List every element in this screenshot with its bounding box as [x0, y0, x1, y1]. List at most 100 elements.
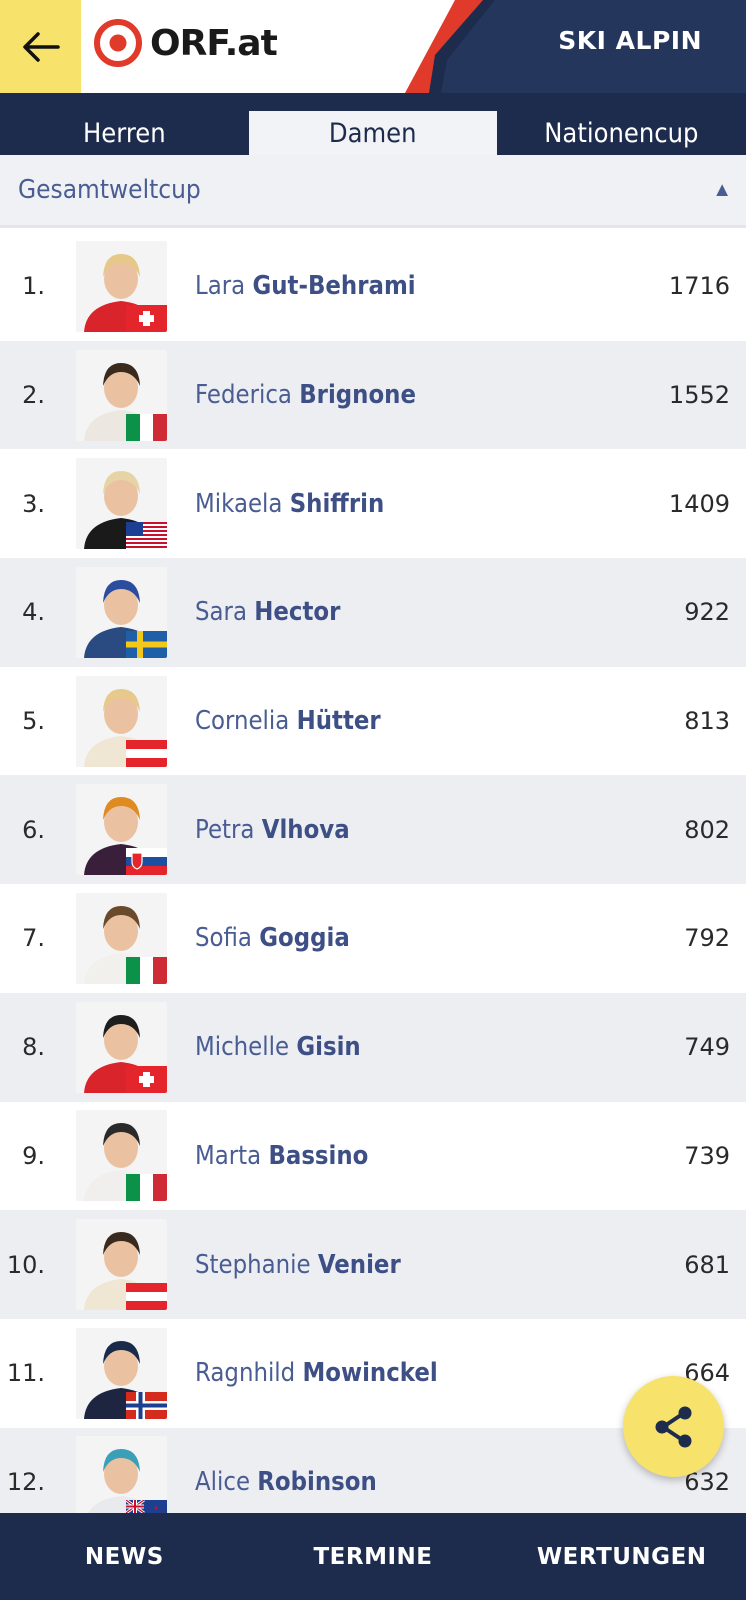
athlete-photo: [76, 240, 167, 332]
athlete-last-name: Hütter: [296, 706, 381, 737]
athlete-last-name: Gisin: [296, 1032, 361, 1063]
athlete-first-name: Sara: [195, 597, 247, 628]
athlete-first-name: Cornelia: [195, 706, 290, 737]
table-row[interactable]: 4. Sara Hector 922: [0, 558, 746, 667]
tab-nationencup[interactable]: Nationencup: [510, 111, 734, 155]
athlete-photo: [76, 349, 167, 441]
athlete-first-name: Ragnhild: [195, 1358, 296, 1389]
rank-number: 1.: [22, 272, 45, 301]
caret-up-icon: ▲: [712, 178, 732, 201]
nav-news[interactable]: NEWS: [0, 1544, 249, 1570]
section-title: SKI ALPIN: [558, 26, 702, 55]
athlete-points: 1716: [668, 272, 730, 301]
table-row[interactable]: 2. Federica Brignone 1552: [0, 340, 746, 450]
orf-logo[interactable]: ORF.at: [94, 18, 278, 68]
table-row[interactable]: 1. Lara Gut-Behrami 1716: [0, 232, 746, 341]
nav-termine[interactable]: TERMINE: [249, 1544, 498, 1570]
athlete-points: 802: [684, 815, 730, 844]
athlete-photo: [76, 784, 167, 876]
athlete-points: 922: [684, 598, 730, 627]
athlete-photo: [76, 675, 167, 767]
athlete-photo: [76, 566, 167, 658]
country-flag-icon: [126, 304, 167, 332]
orf-eye-icon: [94, 19, 142, 67]
athlete-name: Alice Robinson: [195, 1467, 377, 1497]
country-flag-icon: [126, 956, 167, 984]
rank-number: 10.: [6, 1250, 45, 1279]
athlete-first-name: Petra: [195, 814, 255, 845]
athlete-photo: [76, 1327, 167, 1419]
rank-number: 7.: [22, 924, 45, 953]
rank-number: 3.: [22, 489, 45, 518]
country-flag-icon: [126, 630, 167, 658]
country-flag-icon: [126, 1174, 167, 1202]
athlete-name: Ragnhild Mowinckel: [195, 1358, 438, 1388]
athlete-first-name: Stephanie: [195, 1249, 311, 1280]
athlete-last-name: Brignone: [299, 380, 416, 411]
rank-number: 9.: [22, 1141, 45, 1170]
athlete-name: Cornelia Hütter: [195, 706, 381, 736]
athlete-last-name: Bassino: [268, 1140, 369, 1171]
table-row[interactable]: 10. Stephanie Venier 681: [0, 1210, 746, 1319]
ranking-type-label: Gesamtweltcup: [18, 175, 201, 205]
athlete-last-name: Gut-Behrami: [252, 271, 416, 302]
athlete-name: Petra Vlhova: [195, 815, 350, 845]
athlete-last-name: Venier: [317, 1249, 401, 1280]
country-flag-icon: [126, 739, 167, 767]
athlete-name: Mikaela Shiffrin: [195, 489, 384, 519]
country-flag-icon: [126, 848, 167, 876]
athlete-points: 1552: [668, 381, 730, 410]
tab-damen-label: Damen: [329, 117, 417, 149]
arrow-left-icon: [22, 31, 60, 62]
athlete-last-name: Robinson: [257, 1466, 377, 1497]
app-header: ORF.at SKI ALPIN: [0, 0, 746, 93]
athlete-last-name: Vlhova: [261, 814, 350, 845]
standings-list: 1. Lara Gut-Behrami 1716 2. Federica Brignon…: [0, 232, 746, 1537]
table-row[interactable]: 5. Cornelia Hütter 813: [0, 666, 746, 776]
country-flag-icon: [126, 413, 167, 441]
athlete-last-name: Goggia: [259, 923, 350, 954]
tab-herren[interactable]: Herren: [12, 111, 236, 155]
table-row[interactable]: 9. Marta Bassino 739: [0, 1101, 746, 1211]
rank-number: 4.: [22, 598, 45, 627]
athlete-first-name: Lara: [195, 271, 246, 302]
athlete-points: 792: [684, 924, 730, 953]
athlete-last-name: Shiffrin: [289, 488, 385, 519]
share-icon: [655, 1406, 691, 1447]
country-flag-icon: [126, 522, 167, 550]
athlete-last-name: Hector: [254, 597, 341, 628]
athlete-name: Michelle Gisin: [195, 1032, 361, 1062]
athlete-name: Sofia Goggia: [195, 923, 350, 953]
athlete-name: Lara Gut-Behrami: [195, 271, 416, 301]
athlete-first-name: Marta: [195, 1140, 262, 1171]
ranking-type-dropdown[interactable]: Gesamtweltcup ▲: [0, 155, 746, 228]
rank-number: 6.: [22, 815, 45, 844]
athlete-points: 1409: [668, 489, 730, 518]
athlete-photo: [76, 1219, 167, 1311]
athlete-first-name: Alice: [195, 1466, 251, 1497]
share-button[interactable]: [623, 1376, 724, 1477]
nav-wertungen[interactable]: WERTUNGEN: [497, 1544, 746, 1570]
bottom-navigation: NEWS TERMINE WERTUNGEN: [0, 1513, 746, 1600]
athlete-points: 749: [684, 1033, 730, 1062]
athlete-photo: [76, 1001, 167, 1093]
logo-text: ORF.at: [150, 22, 278, 64]
tab-damen[interactable]: Damen: [248, 111, 498, 155]
athlete-first-name: Mikaela: [195, 488, 283, 519]
athlete-points: 813: [684, 707, 730, 736]
tab-bar: Herren Damen Nationencup: [0, 93, 746, 155]
country-flag-icon: [126, 1283, 167, 1311]
rank-number: 11.: [6, 1359, 45, 1388]
table-row[interactable]: 3. Mikaela Shiffrin 1409: [0, 449, 746, 559]
table-row[interactable]: 6. Petra Vlhova 802: [0, 775, 746, 885]
table-row[interactable]: 8. Michelle Gisin 749: [0, 992, 746, 1102]
athlete-photo: [76, 458, 167, 550]
athlete-photo: [76, 892, 167, 984]
athlete-points: 681: [684, 1250, 730, 1279]
country-flag-icon: [126, 1391, 167, 1419]
athlete-points: 739: [684, 1141, 730, 1170]
table-row[interactable]: 7. Sofia Goggia 792: [0, 884, 746, 993]
back-button[interactable]: [0, 0, 81, 93]
athlete-name: Sara Hector: [195, 597, 340, 627]
rank-number: 8.: [22, 1033, 45, 1062]
